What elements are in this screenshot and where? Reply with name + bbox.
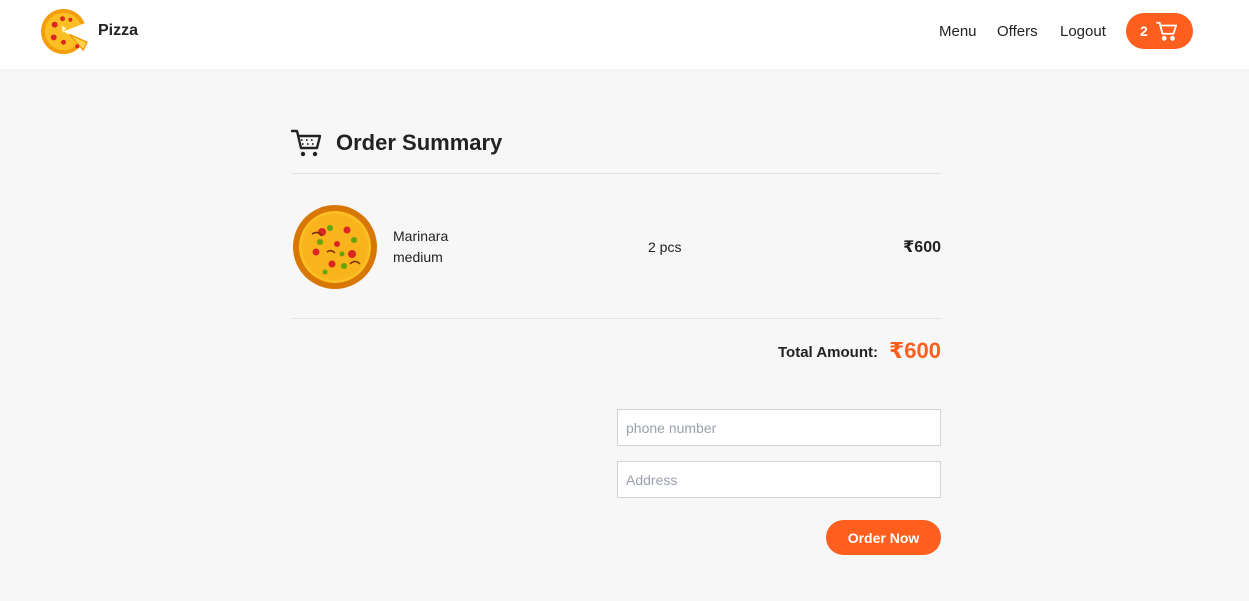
order-summary-cart-icon (291, 129, 321, 157)
order-now-button[interactable]: Order Now (826, 520, 941, 555)
total-amount-label: Total Amount: (778, 344, 878, 361)
navbar: Pizza Menu Offers Logout 2 (0, 0, 1249, 69)
nav-link-offers[interactable]: Offers (997, 23, 1038, 40)
divider (292, 318, 941, 319)
phone-number-input[interactable] (617, 409, 941, 446)
page-title: Order Summary (336, 130, 503, 155)
divider (292, 173, 941, 174)
cart-count-badge: 2 (1140, 23, 1148, 39)
cart-icon (1156, 21, 1178, 41)
nav-link-logout[interactable]: Logout (1060, 23, 1106, 40)
cart-button[interactable]: 2 (1126, 13, 1193, 49)
total-amount-value: ₹600 (888, 338, 941, 363)
address-input[interactable] (617, 461, 941, 498)
item-price: ₹600 (903, 239, 941, 256)
item-size: medium (393, 249, 443, 265)
brand-name[interactable]: Pizza (98, 22, 138, 40)
item-name: Marinara (393, 228, 449, 244)
pizza-logo-icon[interactable] (40, 7, 89, 56)
nav-link-menu[interactable]: Menu (939, 23, 977, 40)
pizza-image (293, 205, 377, 289)
item-quantity: 2 pcs (648, 239, 682, 255)
